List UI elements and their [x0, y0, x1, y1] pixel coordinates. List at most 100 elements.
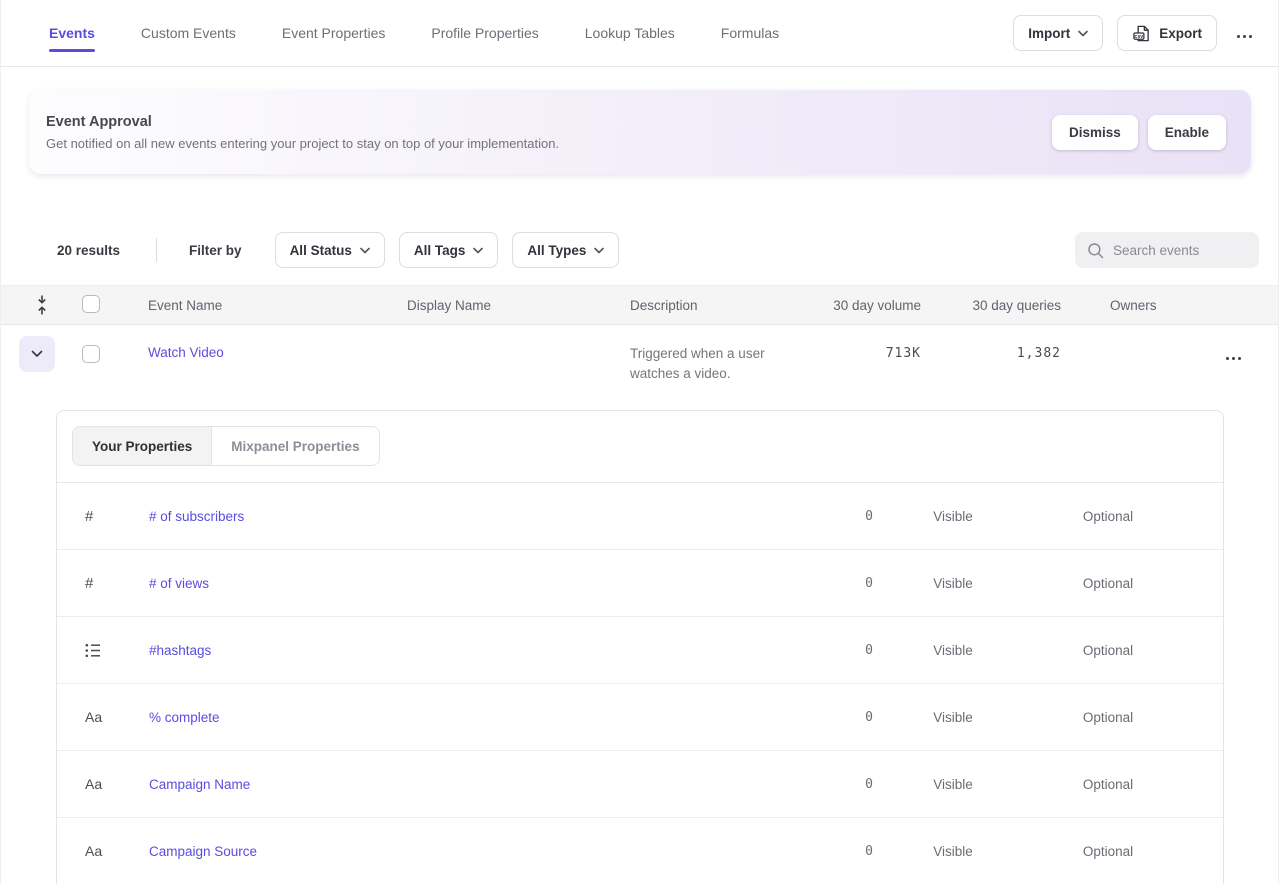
event-approval-banner: Event Approval Get notified on all new e…	[29, 90, 1251, 174]
ellipsis-icon	[1226, 357, 1241, 360]
chevron-down-icon	[360, 247, 370, 254]
property-row: Aa Campaign Name 0 Visible Optional	[57, 751, 1223, 818]
property-row: #hashtags 0 Visible Optional	[57, 617, 1223, 684]
column-header-description: Description	[596, 298, 787, 313]
types-filter-dropdown[interactable]: All Types	[512, 232, 619, 268]
properties-tabbar: Your Properties Mixpanel Properties	[57, 411, 1223, 483]
status-filter-dropdown[interactable]: All Status	[275, 232, 385, 268]
description-cell: Triggered when a user watches a video.	[596, 336, 787, 384]
property-visibility: Visible	[873, 576, 1033, 591]
property-row: Aa % complete 0 Visible Optional	[57, 684, 1223, 751]
list-type-icon	[85, 643, 149, 658]
search-input[interactable]	[1113, 243, 1247, 258]
ellipsis-icon	[1237, 35, 1252, 38]
text-type-icon: Aa	[85, 709, 149, 725]
filter-row: 20 results Filter by All Status All Tags…	[57, 232, 1259, 268]
queries-value: 1,382	[1017, 346, 1061, 361]
chevron-down-icon	[473, 247, 483, 254]
row-expander-button[interactable]	[19, 336, 55, 372]
number-type-icon: #	[85, 508, 149, 525]
import-button[interactable]: Import	[1013, 15, 1103, 51]
column-header-queries: 30 day queries	[921, 298, 1061, 313]
chevron-down-icon	[31, 350, 43, 358]
property-visibility: Visible	[873, 777, 1033, 792]
property-visibility: Visible	[873, 710, 1033, 725]
property-count: 0	[733, 643, 873, 658]
search-icon	[1087, 242, 1104, 259]
tab-profile-properties[interactable]: Profile Properties	[431, 0, 538, 66]
status-filter-label: All Status	[290, 243, 352, 258]
banner-actions: Dismiss Enable	[1052, 115, 1226, 150]
banner-subtitle: Get notified on all new events entering …	[46, 136, 559, 151]
volume-value: 713K	[886, 346, 921, 361]
property-name-link[interactable]: Campaign Source	[149, 844, 733, 859]
divider	[156, 238, 157, 262]
more-options-button[interactable]	[1231, 20, 1258, 47]
column-header-event-name: Event Name	[113, 298, 373, 313]
property-requirement: Optional	[1033, 710, 1183, 725]
tags-filter-dropdown[interactable]: All Tags	[399, 232, 499, 268]
enable-button[interactable]: Enable	[1148, 115, 1226, 150]
csv-file-icon: csv	[1132, 24, 1151, 43]
tab-events[interactable]: Events	[49, 0, 95, 66]
text-type-icon: Aa	[85, 843, 149, 859]
property-count: 0	[733, 777, 873, 792]
property-name-link[interactable]: % complete	[149, 710, 733, 725]
export-button-label: Export	[1159, 26, 1202, 41]
property-visibility: Visible	[873, 844, 1033, 859]
chevron-down-icon	[594, 247, 604, 254]
collapse-vertical-icon	[35, 294, 49, 316]
number-type-icon: #	[85, 575, 149, 592]
banner-text: Event Approval Get notified on all new e…	[46, 114, 559, 151]
filter-by-label: Filter by	[189, 243, 242, 258]
property-name-link[interactable]: #hashtags	[149, 643, 733, 658]
text-type-icon: Aa	[85, 776, 149, 792]
dismiss-button[interactable]: Dismiss	[1052, 115, 1138, 150]
collapse-all-button[interactable]	[19, 294, 65, 316]
tab-lookup-tables[interactable]: Lookup Tables	[585, 0, 675, 66]
property-name-link[interactable]: # of views	[149, 576, 733, 591]
property-requirement: Optional	[1033, 777, 1183, 792]
owners-cell	[1061, 336, 1181, 345]
property-requirement: Optional	[1033, 844, 1183, 859]
property-name-link[interactable]: # of subscribers	[149, 509, 733, 524]
column-header-display-name: Display Name	[373, 298, 596, 313]
lexicon-tabs: Events Custom Events Event Properties Pr…	[49, 0, 779, 66]
top-navigation: Events Custom Events Event Properties Pr…	[1, 0, 1278, 67]
properties-segmented-control: Your Properties Mixpanel Properties	[72, 426, 380, 466]
event-name-link[interactable]: Watch Video	[148, 345, 224, 360]
property-visibility: Visible	[873, 509, 1033, 524]
results-count: 20 results	[57, 243, 120, 258]
column-header-volume: 30 day volume	[787, 298, 921, 313]
export-button[interactable]: csv Export	[1117, 15, 1217, 51]
property-count: 0	[733, 710, 873, 725]
banner-title: Event Approval	[46, 114, 559, 130]
nav-actions: Import csv Export	[1013, 15, 1258, 51]
event-row-watch-video: Watch Video Triggered when a user watche…	[1, 325, 1278, 398]
property-row: # # of subscribers 0 Visible Optional	[57, 483, 1223, 550]
tab-formulas[interactable]: Formulas	[721, 0, 779, 66]
property-count: 0	[733, 844, 873, 859]
import-button-label: Import	[1028, 26, 1070, 41]
properties-panel: Your Properties Mixpanel Properties # # …	[56, 410, 1224, 884]
property-count: 0	[733, 509, 873, 524]
tab-event-properties[interactable]: Event Properties	[282, 0, 386, 66]
events-table-header: Event Name Display Name Description 30 d…	[1, 285, 1278, 325]
tab-mixpanel-properties[interactable]: Mixpanel Properties	[212, 427, 378, 465]
row-checkbox[interactable]	[82, 345, 100, 363]
search-box	[1075, 232, 1259, 268]
types-filter-label: All Types	[527, 243, 586, 258]
property-requirement: Optional	[1033, 643, 1183, 658]
display-name-cell	[373, 336, 596, 345]
property-requirement: Optional	[1033, 509, 1183, 524]
row-more-options-button[interactable]	[1220, 342, 1247, 369]
tab-custom-events[interactable]: Custom Events	[141, 0, 236, 66]
svg-text:csv: csv	[1135, 33, 1144, 39]
property-name-link[interactable]: Campaign Name	[149, 777, 733, 792]
lexicon-events-page: Events Custom Events Event Properties Pr…	[0, 0, 1279, 884]
select-all-checkbox[interactable]	[82, 295, 100, 313]
tags-filter-label: All Tags	[414, 243, 466, 258]
tab-your-properties[interactable]: Your Properties	[73, 427, 212, 465]
property-row: # # of views 0 Visible Optional	[57, 550, 1223, 617]
property-count: 0	[733, 576, 873, 591]
